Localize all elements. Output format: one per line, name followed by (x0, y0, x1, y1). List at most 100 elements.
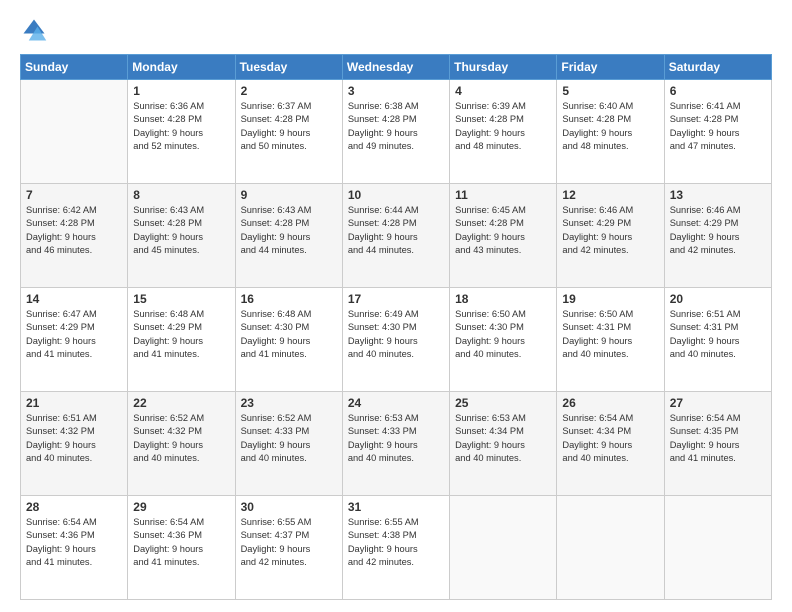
calendar-cell: 6 Sunrise: 6:41 AMSunset: 4:28 PMDaylight… (664, 80, 771, 184)
calendar-cell: 8Sunrise: 6:43 AMSunset: 4:28 PMDaylight… (128, 184, 235, 288)
day-number: 4 (455, 84, 551, 98)
day-number: 15 (133, 292, 229, 306)
calendar-cell: 26Sunrise: 6:54 AMSunset: 4:34 PMDayligh… (557, 392, 664, 496)
day-number: 12 (562, 188, 658, 202)
day-info: Sunrise: 6:55 AMSunset: 4:38 PMDaylight:… (348, 516, 444, 570)
calendar-cell: 4 Sunrise: 6:39 AMSunset: 4:28 PMDaylight… (450, 80, 557, 184)
week-row-4: 28 Sunrise: 6:54 AMSunset: 4:36 PMDayligh… (21, 496, 772, 600)
calendar-cell (450, 496, 557, 600)
day-info: Sunrise: 6:47 AMSunset: 4:29 PMDaylight:… (26, 308, 122, 362)
day-number: 13 (670, 188, 766, 202)
week-row-2: 14Sunrise: 6:47 AMSunset: 4:29 PMDayligh… (21, 288, 772, 392)
header (20, 16, 772, 44)
day-number: 21 (26, 396, 122, 410)
day-info: Sunrise: 6:51 AMSunset: 4:32 PMDaylight:… (26, 412, 122, 466)
calendar-cell: 21 Sunrise: 6:51 AMSunset: 4:32 PMDayligh… (21, 392, 128, 496)
week-row-1: 7 Sunrise: 6:42 AMSunset: 4:28 PMDaylight… (21, 184, 772, 288)
calendar-cell: 27Sunrise: 6:54 AMSunset: 4:35 PMDayligh… (664, 392, 771, 496)
day-number: 9 (241, 188, 337, 202)
day-number: 24 (348, 396, 444, 410)
day-info: Sunrise: 6:41 AMSunset: 4:28 PMDaylight:… (670, 100, 766, 154)
calendar-header: SundayMondayTuesdayWednesdayThursdayFrid… (21, 55, 772, 80)
day-number: 28 (26, 500, 122, 514)
day-header-saturday: Saturday (664, 55, 771, 80)
calendar-cell: 1 Sunrise: 6:36 AMSunset: 4:28 PMDaylight… (128, 80, 235, 184)
calendar-cell: 3Sunrise: 6:38 AMSunset: 4:28 PMDaylight… (342, 80, 449, 184)
day-info: Sunrise: 6:38 AMSunset: 4:28 PMDaylight:… (348, 100, 444, 154)
day-info: Sunrise: 6:48 AMSunset: 4:29 PMDaylight:… (133, 308, 229, 362)
day-header-friday: Friday (557, 55, 664, 80)
calendar-cell: 10 Sunrise: 6:44 AMSunset: 4:28 PMDayligh… (342, 184, 449, 288)
day-number: 31 (348, 500, 444, 514)
day-number: 5 (562, 84, 658, 98)
day-number: 8 (133, 188, 229, 202)
calendar-cell: 12Sunrise: 6:46 AMSunset: 4:29 PMDayligh… (557, 184, 664, 288)
calendar-cell: 18 Sunrise: 6:50 AMSunset: 4:30 PMDayligh… (450, 288, 557, 392)
days-row: SundayMondayTuesdayWednesdayThursdayFrid… (21, 55, 772, 80)
calendar-cell: 13 Sunrise: 6:46 AMSunset: 4:29 PMDayligh… (664, 184, 771, 288)
calendar-cell: 22Sunrise: 6:52 AMSunset: 4:32 PMDayligh… (128, 392, 235, 496)
day-header-monday: Monday (128, 55, 235, 80)
day-number: 1 (133, 84, 229, 98)
day-number: 27 (670, 396, 766, 410)
calendar-cell: 25 Sunrise: 6:53 AMSunset: 4:34 PMDayligh… (450, 392, 557, 496)
calendar-cell: 5 Sunrise: 6:40 AMSunset: 4:28 PMDaylight… (557, 80, 664, 184)
day-info: Sunrise: 6:46 AMSunset: 4:29 PMDaylight:… (670, 204, 766, 258)
calendar-cell (664, 496, 771, 600)
day-info: Sunrise: 6:54 AMSunset: 4:36 PMDaylight:… (26, 516, 122, 570)
day-number: 18 (455, 292, 551, 306)
calendar-cell: 11 Sunrise: 6:45 AMSunset: 4:28 PMDayligh… (450, 184, 557, 288)
calendar-cell: 9 Sunrise: 6:43 AMSunset: 4:28 PMDaylight… (235, 184, 342, 288)
day-number: 29 (133, 500, 229, 514)
week-row-3: 21 Sunrise: 6:51 AMSunset: 4:32 PMDayligh… (21, 392, 772, 496)
calendar-cell: 2Sunrise: 6:37 AMSunset: 4:28 PMDaylight… (235, 80, 342, 184)
day-number: 11 (455, 188, 551, 202)
calendar-cell: 29 Sunrise: 6:54 AMSunset: 4:36 PMDayligh… (128, 496, 235, 600)
day-info: Sunrise: 6:42 AMSunset: 4:28 PMDaylight:… (26, 204, 122, 258)
day-info: Sunrise: 6:55 AMSunset: 4:37 PMDaylight:… (241, 516, 337, 570)
day-number: 10 (348, 188, 444, 202)
calendar-cell: 20 Sunrise: 6:51 AMSunset: 4:31 PMDayligh… (664, 288, 771, 392)
day-number: 25 (455, 396, 551, 410)
day-number: 17 (348, 292, 444, 306)
day-number: 2 (241, 84, 337, 98)
day-info: Sunrise: 6:36 AMSunset: 4:28 PMDaylight:… (133, 100, 229, 154)
calendar-cell (557, 496, 664, 600)
calendar-cell: 17Sunrise: 6:49 AMSunset: 4:30 PMDayligh… (342, 288, 449, 392)
week-row-0: 1 Sunrise: 6:36 AMSunset: 4:28 PMDaylight… (21, 80, 772, 184)
calendar-cell: 23 Sunrise: 6:52 AMSunset: 4:33 PMDayligh… (235, 392, 342, 496)
day-info: Sunrise: 6:50 AMSunset: 4:31 PMDaylight:… (562, 308, 658, 362)
day-info: Sunrise: 6:51 AMSunset: 4:31 PMDaylight:… (670, 308, 766, 362)
day-info: Sunrise: 6:50 AMSunset: 4:30 PMDaylight:… (455, 308, 551, 362)
day-header-tuesday: Tuesday (235, 55, 342, 80)
calendar-cell: 7 Sunrise: 6:42 AMSunset: 4:28 PMDaylight… (21, 184, 128, 288)
day-info: Sunrise: 6:44 AMSunset: 4:28 PMDaylight:… (348, 204, 444, 258)
day-info: Sunrise: 6:43 AMSunset: 4:28 PMDaylight:… (241, 204, 337, 258)
day-info: Sunrise: 6:39 AMSunset: 4:28 PMDaylight:… (455, 100, 551, 154)
calendar-cell: 30 Sunrise: 6:55 AMSunset: 4:37 PMDayligh… (235, 496, 342, 600)
logo (20, 16, 52, 44)
calendar-body: 1 Sunrise: 6:36 AMSunset: 4:28 PMDaylight… (21, 80, 772, 600)
calendar-cell: 19Sunrise: 6:50 AMSunset: 4:31 PMDayligh… (557, 288, 664, 392)
day-info: Sunrise: 6:48 AMSunset: 4:30 PMDaylight:… (241, 308, 337, 362)
day-info: Sunrise: 6:54 AMSunset: 4:36 PMDaylight:… (133, 516, 229, 570)
calendar-cell: 31 Sunrise: 6:55 AMSunset: 4:38 PMDayligh… (342, 496, 449, 600)
calendar-cell (21, 80, 128, 184)
day-info: Sunrise: 6:53 AMSunset: 4:33 PMDaylight:… (348, 412, 444, 466)
calendar-cell: 14Sunrise: 6:47 AMSunset: 4:29 PMDayligh… (21, 288, 128, 392)
day-info: Sunrise: 6:45 AMSunset: 4:28 PMDaylight:… (455, 204, 551, 258)
day-number: 7 (26, 188, 122, 202)
day-number: 23 (241, 396, 337, 410)
day-number: 16 (241, 292, 337, 306)
calendar-cell: 15 Sunrise: 6:48 AMSunset: 4:29 PMDayligh… (128, 288, 235, 392)
page: SundayMondayTuesdayWednesdayThursdayFrid… (0, 0, 792, 612)
day-info: Sunrise: 6:52 AMSunset: 4:33 PMDaylight:… (241, 412, 337, 466)
day-number: 30 (241, 500, 337, 514)
day-number: 6 (670, 84, 766, 98)
day-number: 22 (133, 396, 229, 410)
day-header-sunday: Sunday (21, 55, 128, 80)
calendar-cell: 28 Sunrise: 6:54 AMSunset: 4:36 PMDayligh… (21, 496, 128, 600)
day-info: Sunrise: 6:40 AMSunset: 4:28 PMDaylight:… (562, 100, 658, 154)
day-number: 20 (670, 292, 766, 306)
day-info: Sunrise: 6:53 AMSunset: 4:34 PMDaylight:… (455, 412, 551, 466)
